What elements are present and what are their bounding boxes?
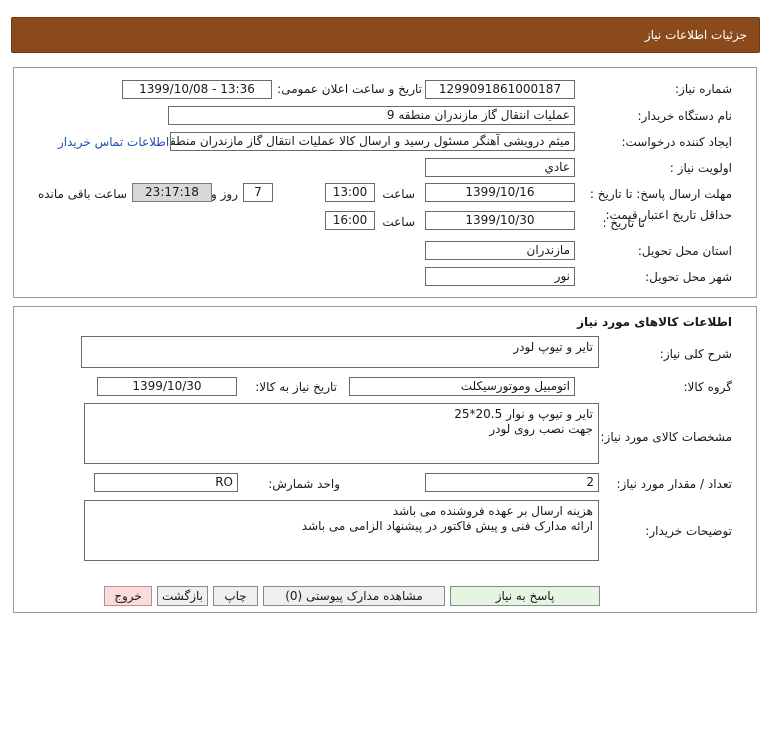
remaining-time-label: ساعت باقی مانده xyxy=(37,187,127,201)
price-validity-time-label: ساعت xyxy=(382,215,415,229)
need-date-field: 1399/10/30 xyxy=(97,377,237,396)
days-label: روز و xyxy=(211,187,238,201)
general-desc-field: تایر و تیوپ لودر xyxy=(81,336,599,368)
notes-line-2: ارائه مدارک فنی و پیش فاکتور در پیشنهاد … xyxy=(301,519,593,533)
buyer-notes-label: توضیحات خریدار: xyxy=(645,524,732,538)
price-validity-time-field: 16:00 xyxy=(325,211,375,230)
province-field: مازندران xyxy=(425,241,575,260)
quantity-label: تعداد / مقدار مورد نیاز: xyxy=(616,477,732,491)
quantity-field: 2 xyxy=(425,473,599,492)
need-number-label: شماره نیاز: xyxy=(675,82,732,96)
need-date-label: تاریخ نیاز به کالا: xyxy=(255,380,337,394)
price-validity-date-field: 1399/10/30 xyxy=(425,211,575,230)
buyer-contact-link[interactable]: اطلاعات تماس خریدار xyxy=(58,135,169,149)
specs-label: مشخصات کالای مورد نیاز: xyxy=(600,430,732,444)
need-info-panel xyxy=(13,67,757,298)
reply-deadline-label: مهلت ارسال پاسخ: تا تاریخ : xyxy=(589,187,732,201)
page-title: جزئیات اطلاعات نیاز xyxy=(644,28,747,42)
goods-group-field: اتومبیل وموتورسیکلت xyxy=(349,377,575,396)
general-desc-label: شرح کلی نیاز: xyxy=(659,347,732,361)
notes-line-1: هزینه ارسال بر عهده فروشنده می باشد xyxy=(392,504,593,518)
city-label: شهر محل تحویل: xyxy=(645,270,732,284)
back-button[interactable]: بازگشت xyxy=(157,586,208,606)
announce-date-field: 1399/10/08 - 13:36 xyxy=(122,80,272,99)
unit-label: واحد شمارش: xyxy=(268,477,340,491)
province-label: استان محل تحویل: xyxy=(637,244,732,258)
specs-line-1: تایر و تیوپ و نوار 20.5*25 xyxy=(454,407,593,421)
specs-field: تایر و تیوپ و نوار 20.5*25 جهت نصب روی ل… xyxy=(84,403,599,464)
need-number-field: 1299091861000187 xyxy=(425,80,575,99)
exit-button[interactable]: خروج xyxy=(104,586,152,606)
goods-section-title: اطلاعات کالاهای مورد نیاز xyxy=(577,315,732,329)
days-remaining-field: 7 xyxy=(243,183,273,202)
reply-time-label: ساعت xyxy=(382,187,415,201)
view-attachments-button[interactable]: مشاهده مدارک پیوستی (0) xyxy=(263,586,445,606)
reply-time-field: 13:00 xyxy=(325,183,375,202)
reply-date-field: 1399/10/16 xyxy=(425,183,575,202)
price-validity-to-label: تا تاریخ : xyxy=(602,216,645,230)
print-button[interactable]: چاپ xyxy=(213,586,258,606)
creator-field: میثم درویشی آهنگر مسئول رسید و ارسال کال… xyxy=(170,132,575,151)
priority-label: اولویت نیاز : xyxy=(669,161,732,175)
buyer-org-label: نام دستگاه خریدار: xyxy=(637,109,733,123)
reply-to-need-button[interactable]: پاسخ به نیاز xyxy=(450,586,600,606)
unit-field: RO xyxy=(94,473,238,492)
priority-field: عادي xyxy=(425,158,575,177)
remaining-time-field: 23:17:18 xyxy=(132,183,212,202)
announce-date-label: تاریخ و ساعت اعلان عمومی: xyxy=(277,82,422,96)
buyer-org-field: عملیات انتقال گاز مازندران منطقه 9 xyxy=(168,106,575,125)
specs-line-2: جهت نصب روی لودر xyxy=(489,422,593,436)
goods-group-label: گروه کالا: xyxy=(683,380,733,394)
page-header: جزئیات اطلاعات نیاز xyxy=(11,17,760,53)
buyer-notes-field: هزینه ارسال بر عهده فروشنده می باشد ارائ… xyxy=(84,500,599,561)
city-field: نور xyxy=(425,267,575,286)
creator-label: ایجاد کننده درخواست: xyxy=(621,135,732,149)
